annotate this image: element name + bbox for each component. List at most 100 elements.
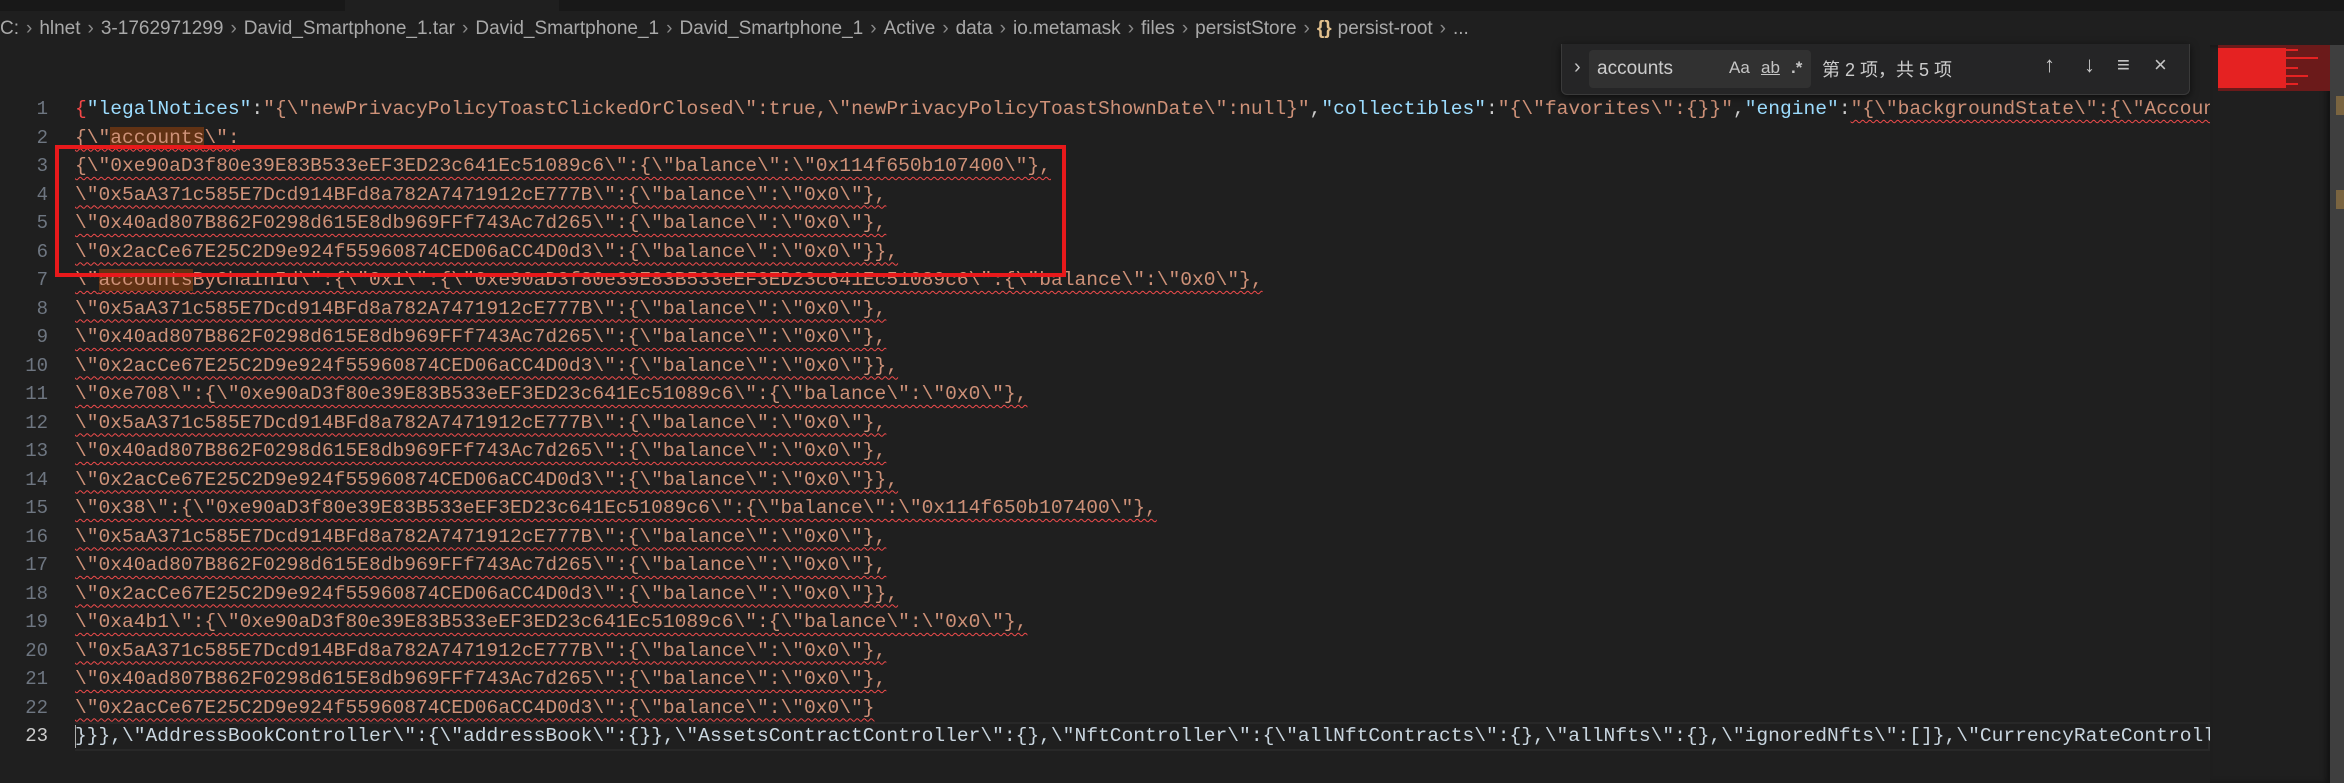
code-line[interactable]: \"0x5aA371c585E7Dcd914BFd8a782A7471912cE… (75, 637, 2210, 666)
minimap-line (2286, 83, 2298, 85)
minimap-line (2286, 75, 2308, 77)
code-line[interactable]: \"0x2acCe67E25C2D9e924f55960874CED06aCC4… (75, 466, 2210, 495)
code-token: \"0x2acCe67E25C2D9e924f55960874CED06aCC4… (75, 582, 899, 605)
find-widget: › accounts Aa ab .* 第 2 项，共 5 项 ↑ ↓ ≡ × (1561, 44, 2190, 95)
breadcrumb-item[interactable]: 3-1762971299 (101, 18, 224, 40)
breadcrumb-item[interactable]: David_Smartphone_1 (679, 18, 863, 40)
line-number: 4 (36, 183, 48, 206)
code-line[interactable]: \"0x40ad807B862F0298d615E8db969FFf743Ac7… (75, 323, 2210, 352)
whole-word-icon[interactable]: ab (1761, 58, 1780, 78)
code-line[interactable]: \"0x40ad807B862F0298d615E8db969FFf743Ac7… (75, 665, 2210, 694)
line-number: 21 (25, 668, 48, 690)
code-line[interactable]: \"0x38\":{\"0xe90aD3f80e39E83B533eEF3ED2… (75, 494, 2210, 523)
line-number: 13 (25, 440, 48, 462)
close-find-icon[interactable]: × (2154, 52, 2167, 78)
line-number: 1 (36, 98, 48, 120)
next-match-icon[interactable]: ↓ (2084, 52, 2095, 78)
code-token: { (75, 98, 87, 120)
breadcrumb-item[interactable]: David_Smartphone_1.tar (244, 18, 455, 40)
toggle-replace-chevron-icon[interactable]: › (1574, 56, 1581, 79)
code-token: \"0x2acCe67E25C2D9e924f55960874CED06aCC4… (75, 696, 875, 719)
code-line[interactable]: \"0x2acCe67E25C2D9e924f55960874CED06aCC4… (75, 580, 2210, 609)
code-token: \"0x40ad807B862F0298d615E8db969FFf743Ac7… (75, 668, 887, 690)
line-number: 2 (36, 126, 48, 149)
previous-match-icon[interactable]: ↑ (2044, 52, 2055, 78)
breadcrumb-item[interactable]: persist-root (1338, 18, 1433, 40)
breadcrumb-item[interactable]: data (956, 18, 993, 40)
minimap-line (2286, 57, 2318, 59)
code-line[interactable]: \"0xe708\":{\"0xe90aD3f80e39E83B533eEF3E… (75, 380, 2210, 409)
code-token: : (251, 98, 264, 120)
line-number: 23 (25, 725, 48, 747)
line-number-gutter: 1 2 3 4 5 6 7 8 9 10 11 12 13 14 15 16 17 18 19 20 21 22 23 (0, 95, 48, 751)
find-result-count: 第 2 项，共 5 项 (1822, 60, 1953, 80)
breadcrumb-separator-icon: › (1127, 18, 1135, 39)
code-token: \"0x2acCe67E25C2D9e924f55960874CED06aCC4… (75, 354, 899, 377)
scrollbar-match-marker (2336, 96, 2344, 115)
breadcrumb-separator-icon: › (1303, 18, 1310, 39)
line-number: 6 (36, 240, 48, 263)
code-token: \"0xa4b1\":{\"0xe90aD3f80e39E83B533eEF3E… (75, 611, 1028, 633)
breadcrumb-separator-icon: › (870, 18, 877, 39)
breadcrumb-separator-icon: › (87, 18, 94, 39)
breadcrumb-item[interactable]: files (1141, 18, 1175, 40)
code-line[interactable]: }}},\"AddressBookController\":{\"address… (75, 722, 2210, 751)
code-line[interactable]: \"0xa4b1\":{\"0xe90aD3f80e39E83B533eEF3E… (75, 608, 2210, 637)
code-token: \"0x2acCe67E25C2D9e924f55960874CED06aCC4… (75, 468, 899, 491)
minimap-content (2218, 48, 2286, 88)
line-number: 14 (25, 468, 48, 491)
code-token: "legalNotices" (86, 98, 252, 120)
code-line[interactable]: \"0x5aA371c585E7Dcd914BFd8a782A7471912cE… (75, 523, 2210, 552)
line-number: 11 (25, 383, 48, 405)
breadcrumb: C: › hlnet › 3-1762971299 › David_Smartphone_1… (0, 12, 1469, 46)
code-token: "{\"favorites\":{}}" (1497, 98, 1733, 120)
regex-icon[interactable]: .* (1791, 58, 1802, 78)
code-token: : (1838, 98, 1851, 120)
code-token: "engine" (1744, 98, 1839, 120)
code-line[interactable]: \"0x2acCe67E25C2D9e924f55960874CED06aCC4… (75, 352, 2210, 381)
find-in-selection-icon[interactable]: ≡ (2117, 52, 2130, 78)
code-token: }}},\"AddressBookController\":{\"address… (75, 725, 2210, 747)
find-input[interactable]: accounts Aa ab .* (1589, 50, 1811, 88)
code-token: "{\"newPrivacyPolicyToastClickedOrClosed… (263, 98, 1310, 120)
line-number: 9 (36, 326, 48, 348)
minimap-viewport[interactable] (2218, 45, 2330, 91)
vertical-scrollbar[interactable] (2330, 45, 2344, 783)
find-input-value[interactable]: accounts (1597, 58, 1673, 80)
breadcrumb-separator-icon: › (462, 18, 469, 39)
breadcrumb-item[interactable]: persistStore (1195, 18, 1296, 40)
editor-tab[interactable] (345, 0, 559, 11)
line-number: 15 (25, 497, 48, 519)
line-number: 10 (25, 354, 48, 377)
code-token: \"0x40ad807B862F0298d615E8db969FFf743Ac7… (75, 554, 887, 576)
line-number: 5 (36, 212, 48, 234)
breadcrumb-item[interactable]: David_Smartphone_1 (475, 18, 659, 40)
minimap[interactable] (2210, 45, 2330, 783)
code-line[interactable]: \"0x2acCe67E25C2D9e924f55960874CED06aCC4… (75, 694, 2210, 723)
code-token: \"0x40ad807B862F0298d615E8db969FFf743Ac7… (75, 326, 887, 348)
code-line[interactable]: \"0x5aA371c585E7Dcd914BFd8a782A7471912cE… (75, 295, 2210, 324)
breadcrumb-item[interactable]: Active (884, 18, 936, 40)
breadcrumb-separator-icon: › (942, 18, 949, 39)
match-case-icon[interactable]: Aa (1729, 58, 1750, 78)
code-token: \"0x40ad807B862F0298d615E8db969FFf743Ac7… (75, 440, 887, 462)
breadcrumb-item[interactable]: hlnet (39, 18, 80, 40)
minimap-line (2286, 49, 2298, 51)
code-line[interactable]: {"legalNotices":"{\"newPrivacyPolicyToas… (75, 95, 2210, 124)
line-number: 18 (25, 582, 48, 605)
line-number: 22 (25, 696, 48, 719)
code-line[interactable]: \"0x40ad807B862F0298d615E8db969FFf743Ac7… (75, 437, 2210, 466)
code-token: \"0x5aA371c585E7Dcd914BFd8a782A7471912cE… (75, 297, 887, 320)
breadcrumb-item[interactable]: C: (0, 18, 19, 40)
code-token: \"0x38\":{\"0xe90aD3f80e39E83B533eEF3ED2… (75, 497, 1157, 519)
code-line[interactable]: \"0x40ad807B862F0298d615E8db969FFf743Ac7… (75, 551, 2210, 580)
code-token: \"0x5aA371c585E7Dcd914BFd8a782A7471912cE… (75, 411, 887, 434)
code-token: , (1309, 98, 1322, 120)
breadcrumb-item[interactable]: ... (1453, 18, 1469, 40)
code-token: "{\"backgroundState\":{\"AccountTr (1850, 98, 2210, 120)
breadcrumb-item[interactable]: io.metamask (1013, 18, 1121, 40)
line-number: 19 (25, 611, 48, 633)
code-line[interactable]: \"0x5aA371c585E7Dcd914BFd8a782A7471912cE… (75, 409, 2210, 438)
breadcrumb-separator-icon: › (230, 18, 237, 39)
line-number: 12 (25, 411, 48, 434)
